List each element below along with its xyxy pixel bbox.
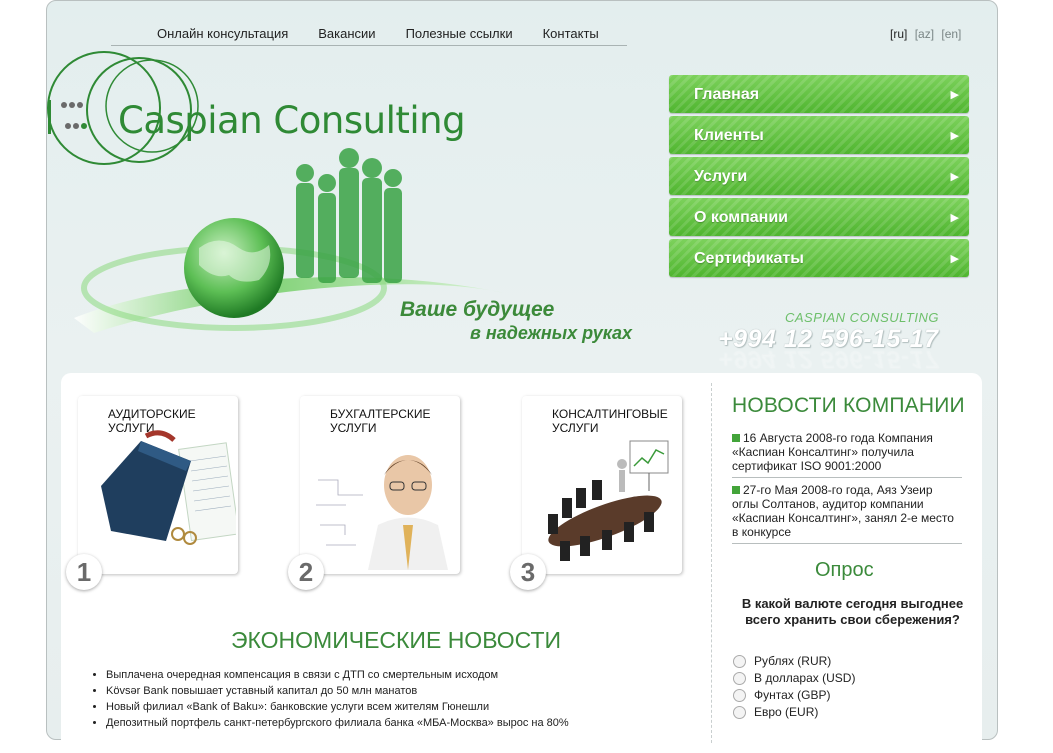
arrow-right-icon: ▶	[950, 212, 959, 224]
menu-item-about[interactable]: О компании ▶	[669, 198, 969, 236]
list-item[interactable]: Выплачена очередная компенсация в связи …	[106, 667, 569, 683]
arrow-right-icon: ▶	[950, 130, 959, 142]
poll-option[interactable]: В долларах (USD)	[733, 671, 855, 685]
service-card-audit[interactable]: АУДИТОРСКИЕ УСЛУГИ 1	[66, 396, 238, 590]
arrow-right-icon: ▶	[950, 253, 959, 265]
economic-news-title: ЭКОНОМИЧЕСКИЕ НОВОСТИ	[231, 627, 562, 653]
menu-item-certificates[interactable]: Сертификаты ▶	[669, 239, 969, 277]
radio-button[interactable]	[733, 671, 746, 685]
column-divider	[711, 383, 712, 743]
poll-option-label: Фунтах (GBP)	[754, 688, 831, 702]
company-name: Caspian Consulting	[118, 99, 466, 142]
lang-en[interactable]: [en]	[941, 27, 961, 41]
radio-button[interactable]	[733, 705, 746, 719]
service-number: 1	[66, 554, 102, 590]
business-people	[296, 148, 402, 283]
arrow-right-icon: ▶	[950, 89, 959, 101]
menu-item-clients[interactable]: Клиенты ▶	[669, 116, 969, 154]
poll-option-label: Рублях (RUR)	[754, 654, 832, 668]
menu-item-services[interactable]: Услуги ▶	[669, 157, 969, 195]
menu-item-home[interactable]: Главная ▶	[669, 75, 969, 113]
poll-option[interactable]: Фунтах (GBP)	[733, 688, 855, 702]
company-news-item[interactable]: 27-го Мая 2008-го года, Аяз Узеир оглы С…	[732, 483, 962, 544]
tagline-line1: Ваше будущее	[400, 298, 555, 321]
service-number: 2	[288, 554, 324, 590]
list-item[interactable]: Новый филиал «Bank of Baku»: банковские …	[106, 699, 569, 715]
main-menu: Главная ▶ Клиенты ▶ Услуги ▶ О компании …	[669, 75, 969, 280]
service-card-accounting[interactable]: БУХГАЛТЕРСКИЕ УСЛУГИ 2	[288, 396, 460, 590]
menu-item-label: Услуги	[694, 168, 748, 185]
lang-ru[interactable]: [ru]	[890, 27, 907, 41]
list-item[interactable]: Kövsər Bank повышает уставный капитал до…	[106, 683, 569, 699]
nav-contacts[interactable]: Контакты	[528, 26, 614, 42]
poll-option[interactable]: Евро (EUR)	[733, 705, 855, 719]
poll-title: Опрос	[815, 559, 874, 581]
tagline-line2: в надежных руках	[470, 323, 633, 343]
menu-item-label: Главная	[694, 86, 760, 103]
service-title: КОНСАЛТИНГОВЫЕ УСЛУГИ	[552, 407, 668, 435]
hero-illustration	[47, 51, 504, 333]
menu-item-label: Сертификаты	[694, 250, 804, 267]
radio-button[interactable]	[733, 688, 746, 702]
menu-item-label: Клиенты	[694, 127, 764, 144]
company-news-item[interactable]: 16 Августа 2008-го года Компания «Каспиа…	[732, 431, 962, 478]
lang-az[interactable]: [az]	[915, 27, 934, 41]
economic-news-list: Выплачена очередная компенсация в связи …	[88, 667, 569, 731]
nav-vacancies[interactable]: Вакансии	[303, 26, 390, 42]
service-number: 3	[510, 554, 546, 590]
poll-option-label: Евро (EUR)	[754, 705, 819, 719]
logo-dots	[61, 102, 87, 129]
meeting-table-icon	[548, 440, 669, 561]
poll-option-label: В долларах (USD)	[754, 671, 856, 685]
phone-number: +994 12 596-15-17	[718, 325, 939, 353]
arrow-right-icon: ▶	[950, 171, 959, 183]
menu-item-label: О компании	[694, 209, 788, 226]
poll-option[interactable]: Рублях (RUR)	[733, 654, 855, 668]
top-nav: Онлайн консультация Вакансии Полезные сс…	[111, 26, 627, 46]
news-bullet-icon	[732, 486, 740, 494]
news-bullet-icon	[732, 434, 740, 442]
poll-question: В какой валюте сегодня выгоднее всего хр…	[741, 596, 964, 627]
businessman-icon	[316, 455, 448, 570]
news-text: 16 Августа 2008-го года Компания «Каспиа…	[732, 431, 933, 473]
service-card-consulting[interactable]: КОНСАЛТИНГОВЫЕ УСЛУГИ 3	[510, 396, 682, 590]
news-text: 27-го Мая 2008-го года, Аяз Узеир оглы С…	[732, 483, 954, 539]
language-switcher: [ru] [az] [en]	[890, 27, 965, 41]
nav-useful-links[interactable]: Полезные ссылки	[391, 26, 528, 42]
company-news-title: НОВОСТИ КОМПАНИИ	[732, 394, 965, 417]
poll-options: Рублях (RUR) В долларах (USD) Фунтах (GB…	[733, 654, 855, 722]
phone-label: CASPIAN CONSULTING	[785, 310, 939, 325]
nav-online-consultation[interactable]: Онлайн консультация	[111, 26, 303, 42]
briefcase-icon	[101, 430, 236, 545]
radio-button[interactable]	[733, 654, 746, 668]
